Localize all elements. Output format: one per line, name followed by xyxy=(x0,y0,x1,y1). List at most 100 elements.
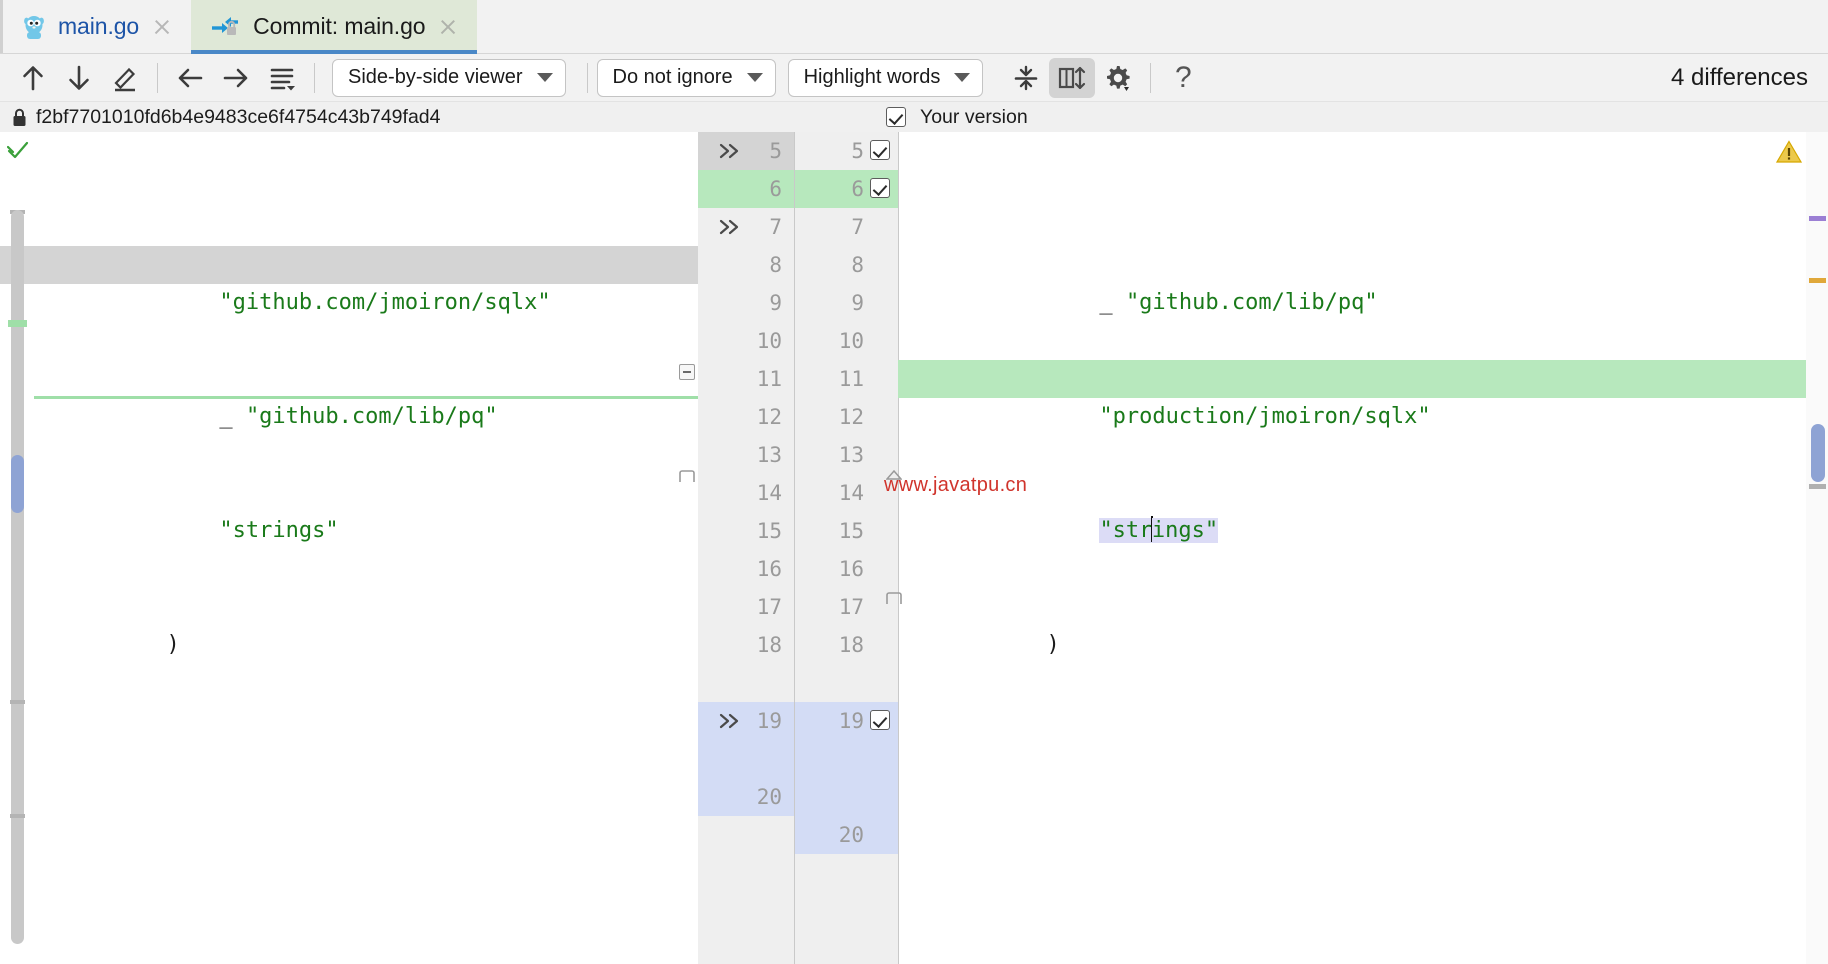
gutter-row[interactable]: 20 xyxy=(698,816,898,854)
left-editor-pane[interactable]: "github.com/jmoiron/sqlx" _ "github.com/… xyxy=(0,132,698,964)
code-line[interactable]: _ "github.com/lib/pq" xyxy=(898,246,1828,284)
viewer-mode-dropdown[interactable]: Side-by-side viewer xyxy=(332,59,566,97)
left-line-number: 16 xyxy=(698,557,794,581)
right-line-number: 9 xyxy=(802,291,864,315)
gutter-row[interactable]: 16 16 xyxy=(698,550,898,588)
right-line-number: 7 xyxy=(802,215,864,239)
right-line-number: 6 xyxy=(802,177,864,201)
left-line-number: 17 xyxy=(698,595,794,619)
annotate-icon[interactable] xyxy=(102,58,148,98)
modified-line-band xyxy=(698,740,898,778)
gutter-row[interactable]: 12 12 xyxy=(698,398,898,436)
right-line-number: 20 xyxy=(802,823,864,847)
accept-right-icon[interactable] xyxy=(213,58,259,98)
accept-all-checkbox[interactable] xyxy=(886,107,906,127)
tab-main-go[interactable]: main.go xyxy=(0,0,191,53)
gutter-row[interactable]: 10 10 xyxy=(698,322,898,360)
left-line-number: 6 xyxy=(698,177,794,201)
next-difference-icon[interactable] xyxy=(56,58,102,98)
code-line[interactable] xyxy=(0,816,698,854)
gutter-row[interactable]: 13 13 xyxy=(698,436,898,474)
fold-region-icon[interactable] xyxy=(679,470,695,483)
fold-region-icon[interactable] xyxy=(886,592,902,605)
help-icon[interactable]: ? xyxy=(1160,58,1206,98)
right-editor-scrollbar[interactable] xyxy=(1806,132,1828,964)
code-line[interactable]: type User struct { xyxy=(0,930,698,964)
scrollbar-marker xyxy=(1809,484,1826,489)
close-icon[interactable] xyxy=(151,16,173,38)
code-line[interactable]: "strings" xyxy=(898,474,1828,512)
right-pane-title-label: Your version xyxy=(920,106,1028,129)
accept-change-checkbox[interactable] xyxy=(870,710,890,730)
change-marker-modified xyxy=(1809,216,1826,221)
code-line[interactable]: "production/jmoiron/sqlx" xyxy=(898,360,1828,398)
accept-change-checkbox[interactable] xyxy=(870,140,890,160)
code-line[interactable] xyxy=(898,816,1828,854)
right-line-number: 10 xyxy=(802,329,864,353)
change-marker-added xyxy=(8,320,27,327)
left-line-number: 11 xyxy=(698,367,794,391)
gear-icon[interactable] xyxy=(1095,58,1141,98)
code-line[interactable]: _ "github.com/lib/pq" xyxy=(0,360,698,398)
viewer-mode-label: Side-by-side viewer xyxy=(348,66,523,89)
highlight-mode-dropdown[interactable]: Highlight words xyxy=(788,59,984,97)
gutter-row[interactable] xyxy=(698,740,898,778)
gutter-row[interactable]: 8 8 xyxy=(698,246,898,284)
synchronize-scrolling-icon[interactable] xyxy=(1049,58,1095,98)
gutter-row[interactable]: 9 9 xyxy=(698,284,898,322)
right-line-number: 8 xyxy=(802,253,864,277)
left-line-number: 18 xyxy=(698,633,794,657)
left-line-number: 12 xyxy=(698,405,794,429)
right-editor-pane[interactable]: _ "github.com/lib/pq" "production/jmoiro… xyxy=(898,132,1828,964)
code-line[interactable] xyxy=(0,702,698,740)
code-line[interactable] xyxy=(898,702,1828,740)
gutter-row[interactable]: 15 15 xyxy=(698,512,898,550)
right-line-number: 12 xyxy=(802,405,864,429)
tab-label: Commit: main.go xyxy=(253,13,425,40)
accept-left-icon[interactable] xyxy=(167,58,213,98)
code-line[interactable]: "strings" xyxy=(0,474,698,512)
gutter-row[interactable]: 17 17 xyxy=(698,588,898,626)
warning-icon[interactable] xyxy=(1776,140,1802,164)
accepted-check-icon[interactable] xyxy=(7,140,29,162)
diff-toolbar: Side-by-side viewer Do not ignore Highli… xyxy=(0,54,1828,102)
left-code-lines[interactable]: "github.com/jmoiron/sqlx" _ "github.com/… xyxy=(0,132,698,964)
gutter-row[interactable]: 20 xyxy=(698,778,898,816)
revert-icon[interactable] xyxy=(259,58,305,98)
code-line[interactable]: type User struct { xyxy=(898,930,1828,964)
gutter-divider xyxy=(794,132,795,964)
toolbar-separator xyxy=(587,63,588,93)
diff-gutter[interactable]: 5 5 6 6 7 7 8 xyxy=(698,132,898,964)
code-line[interactable]: "github.com/jmoiron/sqlx" xyxy=(0,246,698,284)
close-icon[interactable] xyxy=(437,16,459,38)
gutter-row[interactable]: 5 5 xyxy=(698,132,898,170)
chevron-down-icon xyxy=(954,73,970,82)
toolbar-separator xyxy=(1150,63,1151,93)
gutter-row[interactable]: 19 19 xyxy=(698,702,898,740)
editor-tab-bar: main.go Commit: main.go xyxy=(0,0,1828,54)
collapse-unchanged-icon[interactable] xyxy=(1003,58,1049,98)
code-line[interactable]: ) xyxy=(0,588,698,626)
previous-difference-icon[interactable] xyxy=(10,58,56,98)
left-editor-scrollbar[interactable] xyxy=(8,210,26,964)
gutter-row[interactable]: 6 6 xyxy=(698,170,898,208)
tab-commit-main-go[interactable]: Commit: main.go xyxy=(191,0,477,53)
gutter-row[interactable]: 18 18 xyxy=(698,626,898,664)
right-code-lines[interactable]: _ "github.com/lib/pq" "production/jmoiro… xyxy=(898,132,1828,964)
gutter-row[interactable]: 11 11 xyxy=(698,360,898,398)
right-pane-title: Your version xyxy=(880,106,1028,129)
left-line-number: 9 xyxy=(698,291,794,315)
ignore-mode-dropdown[interactable]: Do not ignore xyxy=(597,59,776,97)
lock-icon xyxy=(12,108,27,127)
gutter-row[interactable] xyxy=(698,664,898,702)
tab-label: main.go xyxy=(58,13,139,40)
code-line[interactable]: ) xyxy=(898,588,1828,626)
scrollbar-thumb[interactable] xyxy=(11,455,24,513)
gutter-row[interactable]: 14 14 xyxy=(698,474,898,512)
gutter-row[interactable]: 7 7 xyxy=(698,208,898,246)
accept-change-checkbox[interactable] xyxy=(870,178,890,198)
fold-region-icon[interactable] xyxy=(886,470,902,483)
fold-collapse-icon[interactable] xyxy=(679,364,695,380)
chevron-down-icon xyxy=(747,73,763,82)
scrollbar-thumb[interactable] xyxy=(1811,424,1825,482)
